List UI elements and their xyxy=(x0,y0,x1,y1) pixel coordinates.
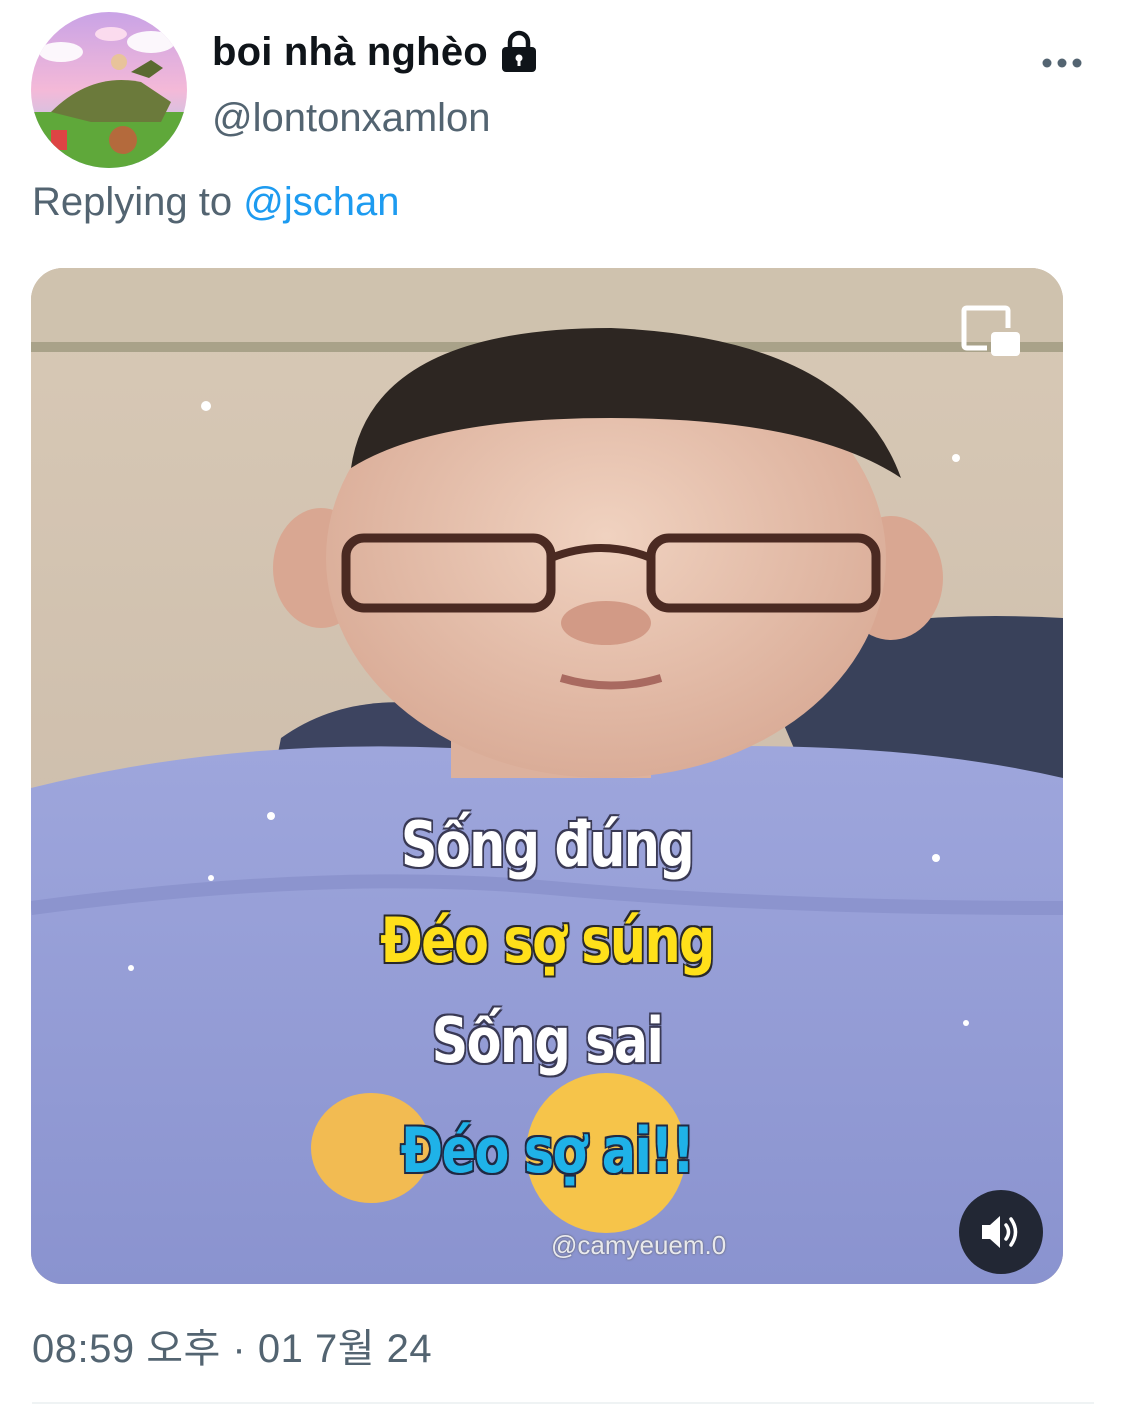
caption-line-3: Sống sai xyxy=(431,1004,664,1077)
watermark: @camyeuem.0 xyxy=(551,1230,727,1260)
more-button[interactable] xyxy=(1036,46,1088,80)
tweet: boi nhà nghèo @lontonxamlon Replying to … xyxy=(0,0,1125,1406)
display-name[interactable]: boi nhà nghèo xyxy=(212,30,488,75)
avatar[interactable] xyxy=(31,12,187,168)
more-dots-icon xyxy=(1042,58,1082,68)
caption-line-2: Đéo sợ súng xyxy=(380,904,715,977)
tweet-timestamp[interactable]: 08:59 오후 · 01 7월 24 xyxy=(32,1316,432,1374)
picture-in-picture-icon xyxy=(961,305,1020,356)
divider xyxy=(32,1402,1094,1404)
volume-button[interactable] xyxy=(959,1190,1043,1274)
user-handle[interactable]: @lontonxamlon xyxy=(212,96,491,141)
display-name-row[interactable]: boi nhà nghèo xyxy=(212,26,540,78)
avatar-image xyxy=(31,12,187,168)
reply-mention-link[interactable]: @jschan xyxy=(243,180,399,224)
caption-line-1: Sống đúng xyxy=(400,808,695,881)
speaker-volume-icon xyxy=(982,1216,1018,1248)
lock-icon xyxy=(498,30,540,74)
reply-prefix: Replying to xyxy=(32,180,233,224)
picture-in-picture-button[interactable] xyxy=(961,304,1023,364)
video-player[interactable]: Sống đúng Đéo sợ súng Sống sai Đéo sợ ai… xyxy=(31,268,1063,1284)
caption-line-4: Đéo sợ ai!! xyxy=(400,1114,695,1187)
reply-context: Replying to @jschan xyxy=(32,180,399,225)
